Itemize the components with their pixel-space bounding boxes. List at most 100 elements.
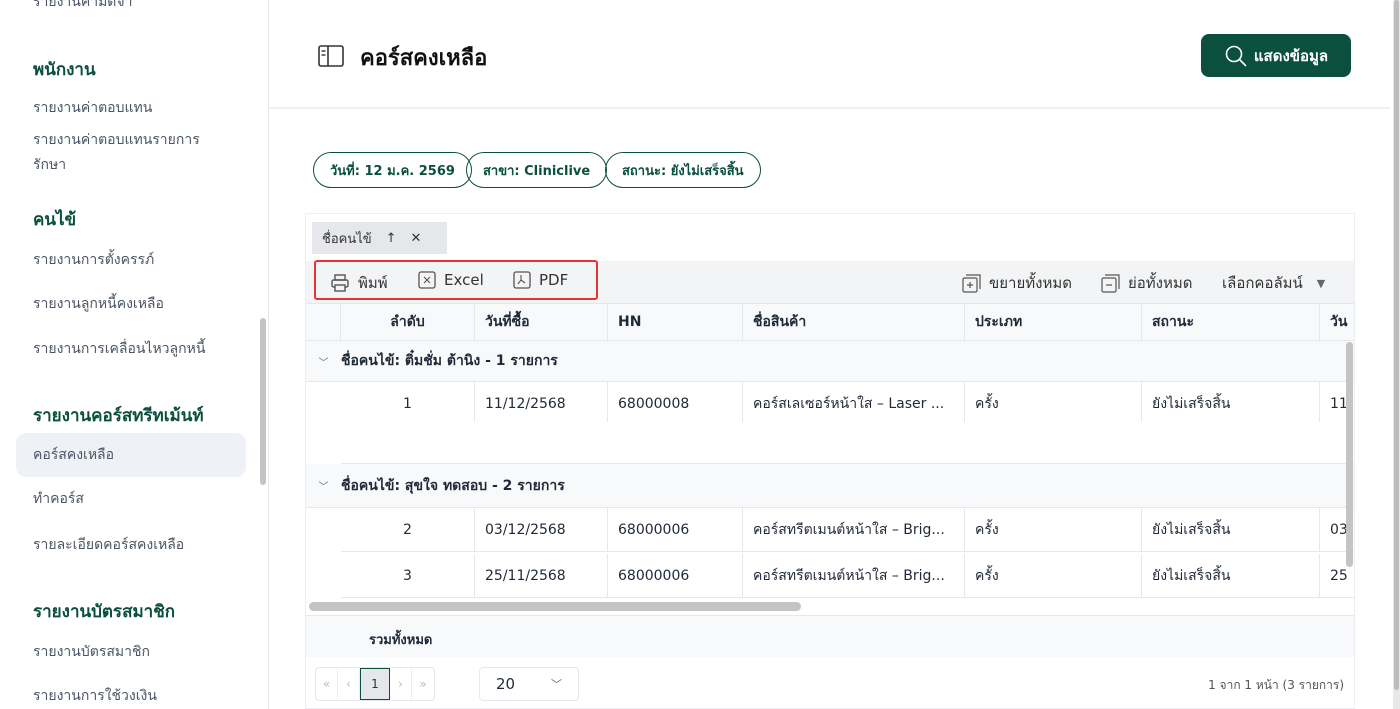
close-icon[interactable]: ✕ xyxy=(411,231,422,246)
pdf-button[interactable]: PDF xyxy=(513,271,568,289)
table-cell: ยังไม่เสร็จสิ้น xyxy=(1142,554,1320,597)
table-row[interactable]: 2 03/12/2568 68000006 คอร์สทรีตเมนต์หน้าใส … xyxy=(341,508,1354,552)
expand-icon xyxy=(962,273,981,293)
table-cell: 3 xyxy=(341,554,475,597)
group-row[interactable]: ﹀ ชื่อคนไข้: ติ๋มชั่ม ต้านิง - 1 รายการ xyxy=(306,341,1354,382)
excel-button[interactable]: Excel xyxy=(418,271,484,289)
table-cell: 25/11/2568 xyxy=(475,554,608,597)
chevron-down-icon[interactable]: ﹀ xyxy=(306,478,341,493)
caret-down-icon: ▼ xyxy=(1316,276,1326,290)
search-icon xyxy=(1225,45,1247,67)
filter-chip-date[interactable]: วันที่: 12 ม.ค. 2569 xyxy=(313,152,472,188)
collapse-icon xyxy=(1101,273,1120,293)
sidebar-item[interactable]: รายงานค่ามัดจำ xyxy=(33,0,132,15)
sidebar-item[interactable]: รายงานบัตรสมาชิก xyxy=(33,640,150,665)
sidebar-item[interactable]: รายงานลูกหนี้คงเหลือ xyxy=(33,292,164,317)
print-button[interactable]: พิมพ์ xyxy=(330,271,388,295)
sidebar: รายงานค่ามัดจำพนักงานรายงานค่าตอบแทนรายง… xyxy=(0,0,269,709)
table-cell: 68000006 xyxy=(608,554,743,597)
collapse-all-label: ย่อทั้งหมด xyxy=(1128,274,1193,292)
sidebar-section-heading: รายงานบัตรสมาชิก xyxy=(33,602,176,622)
page-header: คอร์สคงเหลือ แสดงข้อมูล xyxy=(269,0,1390,109)
print-label: พิมพ์ xyxy=(358,274,388,292)
table-cell: 68000006 xyxy=(608,508,743,551)
group-by-label: ชื่อคนไข้ xyxy=(322,231,372,247)
table-cell: 1 xyxy=(341,382,475,425)
sidebar-item[interactable]: รายงานค่าตอบแทน xyxy=(33,96,152,121)
table-cell: คอร์สทรีตเมนต์หน้าใส – Brig... xyxy=(743,508,965,551)
expand-all-label: ขยายทั้งหมด xyxy=(989,274,1072,292)
group-label: ชื่อคนไข้: ติ๋มชั่ม ต้านิง - 1 รายการ xyxy=(341,353,558,369)
last-page-button[interactable]: » xyxy=(412,668,434,700)
grid-toolbar: พิมพ์ Excel PDF ขยายทั้งหมด ย่อทั้งหมด เ… xyxy=(306,260,1354,303)
total-label: รวมทั้งหมด xyxy=(369,633,433,648)
excel-icon xyxy=(418,271,436,289)
grid-footer: รวมทั้งหมด xyxy=(306,615,1354,657)
group-row[interactable]: ﹀ ชื่อคนไข้: สุขใจ ทดสอบ - 2 รายการ xyxy=(306,464,1354,508)
expand-all-button[interactable]: ขยายทั้งหมด xyxy=(962,271,1072,295)
sidebar-section-heading: คนไข้ xyxy=(33,210,77,230)
data-grid: ชื่อคนไข้ ↑ ✕ พิมพ์ Excel PDF ขยายทั้งหม… xyxy=(305,213,1355,709)
sidebar-section-heading: รายงานคอร์สทรีทเม้นท์ xyxy=(33,406,204,426)
column-header[interactable]: ชื่อสินค้า xyxy=(743,304,965,340)
column-header[interactable]: สถานะ xyxy=(1142,304,1320,340)
group-summary-row xyxy=(341,422,1354,464)
table-row[interactable]: 1 11/12/2568 68000008 คอร์สเลเซอร์หน้าใส – … xyxy=(341,382,1354,426)
page-1-button[interactable]: 1 xyxy=(360,668,390,700)
sidebar-scrollbar[interactable] xyxy=(260,318,266,485)
show-data-button[interactable]: แสดงข้อมูล xyxy=(1201,34,1351,77)
column-header[interactable]: HN xyxy=(608,304,743,340)
chevron-down-icon[interactable]: ﹀ xyxy=(306,354,341,369)
table-cell: ครั้ง xyxy=(965,554,1142,597)
expand-column-header xyxy=(306,304,341,340)
pdf-label: PDF xyxy=(539,271,569,289)
sidebar-item[interactable]: รายงานการใช้วงเงิน xyxy=(33,684,157,709)
collapse-all-button[interactable]: ย่อทั้งหมด xyxy=(1101,271,1193,295)
table-row[interactable]: 3 25/11/2568 68000006 คอร์สทรีตเมนต์หน้าใส … xyxy=(341,554,1354,598)
column-header[interactable]: วันที่ซื้อ xyxy=(475,304,608,340)
next-page-button[interactable]: › xyxy=(390,668,412,700)
table-cell: ยังไม่เสร็จสิ้น xyxy=(1142,508,1320,551)
sidebar-item[interactable]: รายงานค่าตอบแทนรายการรักษา xyxy=(33,128,223,178)
sidebar-item[interactable]: ทำคอร์ส xyxy=(33,487,84,512)
column-header[interactable]: ประเภท xyxy=(965,304,1142,340)
table-cell: 2 xyxy=(341,508,475,551)
prev-page-button[interactable]: ‹ xyxy=(338,668,360,700)
table-cell: ยังไม่เสร็จสิ้น xyxy=(1142,382,1320,425)
column-chooser-label: เลือกคอลัมน์ xyxy=(1222,274,1303,292)
pdf-icon xyxy=(513,271,531,289)
table-cell: คอร์สเลเซอร์หน้าใส – Laser ... xyxy=(743,382,965,425)
group-by-chip[interactable]: ชื่อคนไข้ ↑ ✕ xyxy=(312,222,447,254)
table-cell: ครั้ง xyxy=(965,508,1142,551)
book-icon xyxy=(318,45,344,67)
table-cell: คอร์สทรีตเมนต์หน้าใส – Brig... xyxy=(743,554,965,597)
chevron-down-icon: ﹀ xyxy=(551,678,562,691)
filter-chip-status[interactable]: สถานะ: ยังไม่เสร็จสิ้น xyxy=(605,152,761,188)
vertical-scrollbar[interactable] xyxy=(1346,342,1353,567)
filter-chip-branch[interactable]: สาขา: Cliniclive xyxy=(466,152,608,188)
printer-icon xyxy=(331,274,349,292)
page-info: 1 จาก 1 หน้า (3 รายการ) xyxy=(1208,678,1344,692)
column-header[interactable]: วัน xyxy=(1320,304,1354,340)
page-size-select[interactable]: 20 ﹀ xyxy=(479,667,579,701)
sidebar-item[interactable]: รายละเอียดคอร์สคงเหลือ xyxy=(33,533,184,558)
sidebar-item[interactable]: คอร์สคงเหลือ xyxy=(33,443,114,468)
sidebar-item[interactable]: รายงานการเคลื่อนไหวลูกหนี้ xyxy=(33,337,205,362)
table-cell: 68000008 xyxy=(608,382,743,425)
show-data-label: แสดงข้อมูล xyxy=(1253,47,1329,65)
sidebar-section-heading: พนักงาน xyxy=(33,60,96,80)
sort-up-icon[interactable]: ↑ xyxy=(386,231,397,246)
sidebar-item[interactable]: รายงานการตั้งครรภ์ xyxy=(33,248,154,273)
column-header[interactable]: ลำดับ xyxy=(341,304,475,340)
table-cell: ครั้ง xyxy=(965,382,1142,425)
pagination: « ‹ 1 › » xyxy=(315,667,435,701)
group-label: ชื่อคนไข้: สุขใจ ทดสอบ - 2 รายการ xyxy=(341,477,565,494)
excel-label: Excel xyxy=(444,271,484,289)
column-chooser-button[interactable]: เลือกคอลัมน์ ▼ xyxy=(1222,271,1325,295)
table-cell: 11/12/2568 xyxy=(475,382,608,425)
grid-header-row: ลำดับ วันที่ซื้อ HN ชื่อสินค้า ประเภท สถานะ วั… xyxy=(306,303,1354,341)
first-page-button[interactable]: « xyxy=(316,668,338,700)
horizontal-scrollbar[interactable] xyxy=(309,602,801,611)
page-scrollbar[interactable] xyxy=(1393,0,1400,709)
table-cell: 03/12/2568 xyxy=(475,508,608,551)
